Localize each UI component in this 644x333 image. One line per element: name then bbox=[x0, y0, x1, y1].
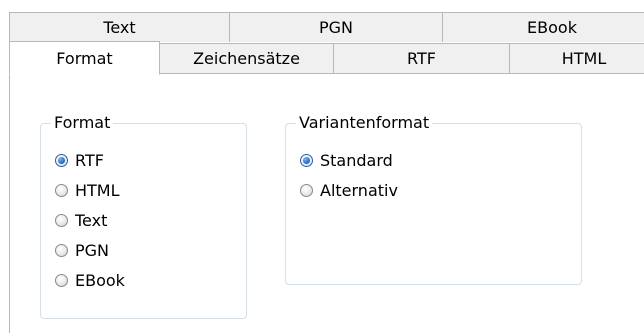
tab-pgn[interactable]: PGN bbox=[229, 12, 443, 42]
radio-unchecked-icon[interactable] bbox=[55, 243, 68, 257]
tab-row-back: Text PGN EBook bbox=[0, 12, 644, 42]
tab-ebook[interactable]: EBook bbox=[442, 12, 644, 42]
format-option-text[interactable]: Text bbox=[55, 209, 107, 231]
tab-html[interactable]: HTML bbox=[509, 43, 644, 74]
radio-unchecked-icon[interactable] bbox=[55, 273, 68, 287]
tab-label: Text bbox=[103, 18, 136, 37]
format-group-title: Format bbox=[51, 112, 114, 134]
variant-group-title: Variantenformat bbox=[296, 112, 433, 134]
tab-text[interactable]: Text bbox=[9, 12, 230, 42]
tab-label: RTF bbox=[407, 49, 436, 68]
format-option-ebook[interactable]: EBook bbox=[55, 269, 125, 291]
tab-label: PGN bbox=[318, 18, 353, 37]
tab-row-front: Format Zeichensätze RTF HTML bbox=[0, 41, 644, 75]
format-option-pgn[interactable]: PGN bbox=[55, 239, 109, 261]
tab-label: Zeichensätze bbox=[193, 49, 300, 68]
radio-checked-icon[interactable] bbox=[55, 153, 68, 167]
tab-rtf[interactable]: RTF bbox=[333, 43, 510, 74]
format-groupbox: Format RTF HTML Text PGN EBook bbox=[40, 112, 247, 319]
option-label: RTF bbox=[75, 150, 104, 170]
radio-unchecked-icon[interactable] bbox=[300, 183, 313, 197]
option-label: EBook bbox=[75, 270, 125, 290]
tab-zeichensaetze[interactable]: Zeichensätze bbox=[159, 43, 334, 74]
tab-label: Format bbox=[56, 48, 113, 68]
tab-panel-format: Format RTF HTML Text PGN EBook Varianten… bbox=[9, 73, 644, 333]
radio-checked-icon[interactable] bbox=[300, 153, 313, 167]
format-option-rtf[interactable]: RTF bbox=[55, 149, 104, 171]
option-label: Standard bbox=[320, 150, 393, 170]
format-option-html[interactable]: HTML bbox=[55, 179, 120, 201]
variant-option-standard[interactable]: Standard bbox=[300, 149, 393, 171]
variant-format-groupbox: Variantenformat Standard Alternativ bbox=[285, 112, 582, 285]
option-label: HTML bbox=[75, 180, 120, 200]
radio-unchecked-icon[interactable] bbox=[55, 183, 68, 197]
radio-unchecked-icon[interactable] bbox=[55, 213, 68, 227]
variant-option-alternativ[interactable]: Alternativ bbox=[300, 179, 398, 201]
option-label: Alternativ bbox=[320, 180, 398, 200]
option-label: PGN bbox=[75, 240, 110, 260]
tab-format[interactable]: Format bbox=[9, 41, 160, 75]
tab-label: HTML bbox=[561, 49, 607, 68]
option-label: Text bbox=[75, 210, 108, 230]
tab-label: EBook bbox=[527, 18, 577, 37]
